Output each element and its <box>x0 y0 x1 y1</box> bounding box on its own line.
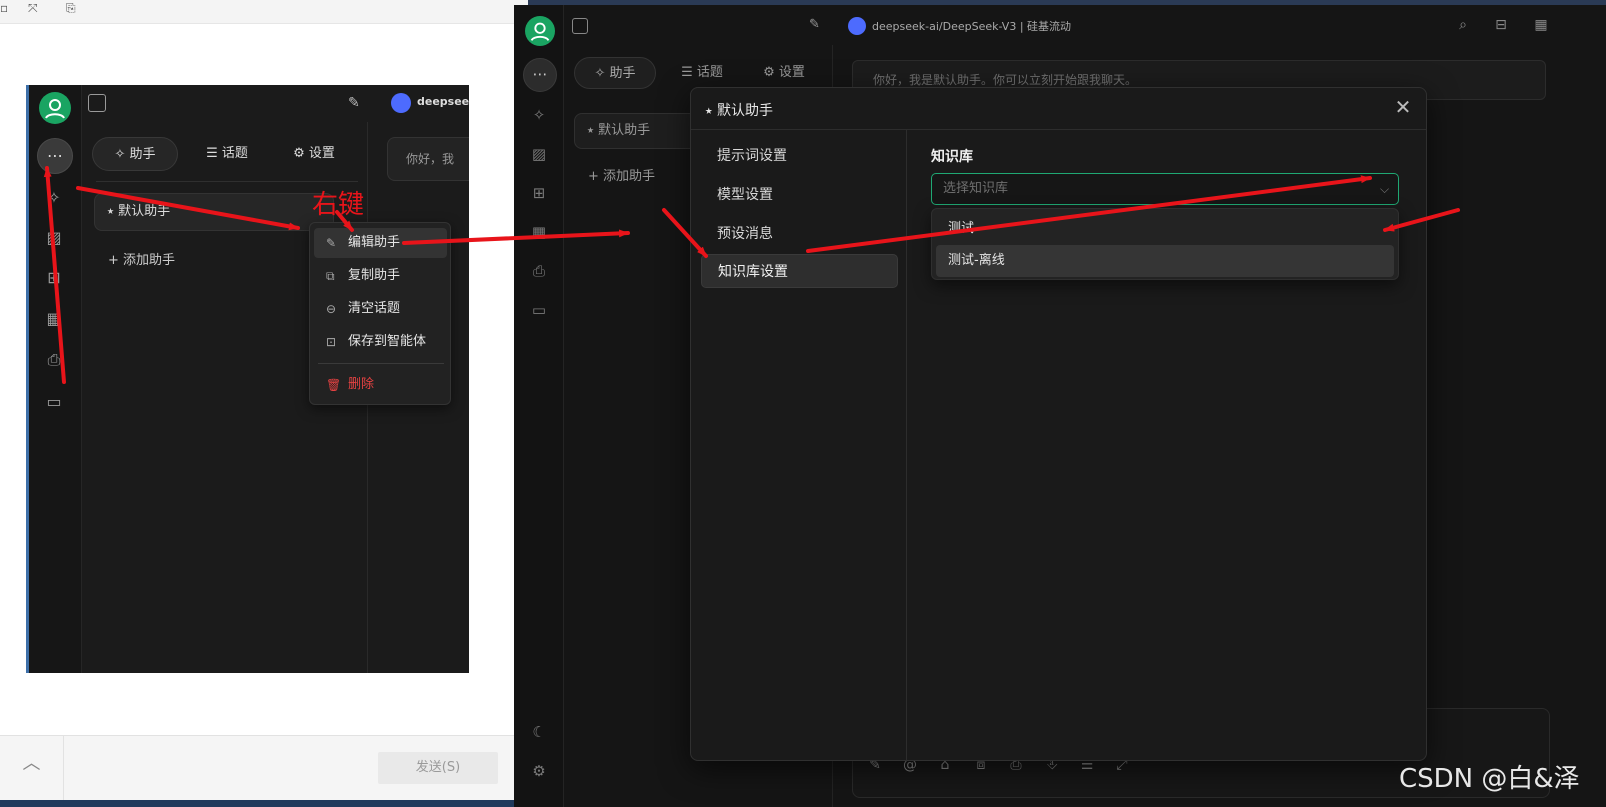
deepseek-logo-icon <box>848 17 866 35</box>
modal-header <box>691 88 1426 130</box>
desktop-wallpaper <box>0 800 528 807</box>
apps-icon[interactable]: ▦ <box>44 309 64 329</box>
knowledge-icon[interactable]: ⎙ <box>529 261 549 281</box>
modal-title: ⭑ 默认助手 <box>705 103 774 119</box>
apps-icon[interactable]: ▦ <box>529 222 549 242</box>
add-assistant-button[interactable]: + 添加助手 <box>588 165 655 184</box>
knowledge-base-dropdown: 测试 测试-离线 <box>931 208 1399 280</box>
layout-icon[interactable]: ⊟ <box>1492 16 1510 34</box>
search-icon[interactable]: ⌕ <box>1454 16 1472 34</box>
clear-icon: ⊖ <box>326 302 337 316</box>
context-menu: ✎ 编辑助手 ⧉ 复制助手 ⊖ 清空话题 ⊡ 保存到智能体 🗑 删除 <box>309 222 451 405</box>
inset-edge <box>26 85 29 673</box>
trash-icon: 🗑 <box>326 378 342 392</box>
tab-assistant[interactable]: ✧ 助手 <box>574 57 656 89</box>
image-icon[interactable]: ▨ <box>529 144 549 164</box>
add-assistant-button[interactable]: + 添加助手 <box>108 249 175 268</box>
model-title[interactable]: deepseek-ai/DeepSeek-V3 | 硅基流动 <box>872 18 1071 34</box>
save-icon: ⊡ <box>326 335 337 349</box>
option-test-offline[interactable]: 测试-离线 <box>936 245 1394 277</box>
tab-topics[interactable]: ☰ 话题 <box>669 57 735 89</box>
edit-icon: ✎ <box>326 236 337 250</box>
watermark: CSDN @白&泽 <box>1399 764 1580 794</box>
select-placeholder: 选择知识库 <box>943 181 1009 196</box>
nav-knowledge-settings[interactable]: 知识库设置 <box>701 254 898 288</box>
nav-model-settings[interactable]: 模型设置 <box>701 178 898 212</box>
sparkle-icon[interactable]: ✧ <box>44 188 64 208</box>
send-button[interactable]: 发送(S) <box>378 752 498 784</box>
copy-icon: ⧉ <box>326 269 335 283</box>
knowledge-base-select[interactable]: 选择知识库 ⌵ <box>931 173 1399 205</box>
app-topbar <box>564 5 1606 45</box>
model-name[interactable]: deepseek- <box>417 95 469 108</box>
chevron-up-icon[interactable]: ︿ <box>0 735 64 800</box>
tab-settings[interactable]: ⚙ 设置 <box>751 57 817 89</box>
panel-divider <box>96 181 358 182</box>
app-sidebar <box>514 5 564 807</box>
sparkle-icon[interactable]: ✧ <box>529 105 549 125</box>
chat-icon[interactable]: ⋯ <box>37 138 73 174</box>
menu-item-save-agent[interactable]: ⊡ 保存到智能体 <box>314 327 447 357</box>
tab-settings[interactable]: ⚙ 设置 <box>281 137 347 171</box>
edit-icon[interactable]: ✎ <box>809 17 820 32</box>
translate-icon[interactable]: ⊞ <box>529 183 549 203</box>
image-icon[interactable]: ▨ <box>44 228 64 248</box>
section-title: 知识库 <box>931 149 973 165</box>
folder-icon[interactable]: ▭ <box>529 300 549 320</box>
avatar[interactable] <box>525 16 555 46</box>
grid-icon[interactable]: ▦ <box>1532 16 1550 34</box>
moon-icon[interactable]: ☾ <box>529 722 549 742</box>
menu-item-clear-topics[interactable]: ⊖ 清空话题 <box>314 294 447 324</box>
greeting-bubble: 你好，我 <box>387 137 469 181</box>
chat-icon[interactable]: ⋯ <box>523 58 557 92</box>
avatar[interactable] <box>39 92 71 124</box>
menu-item-copy-assistant[interactable]: ⧉ 复制助手 <box>314 261 447 291</box>
menu-item-delete[interactable]: 🗑 删除 <box>314 370 447 400</box>
sidebar-toggle-icon[interactable] <box>88 94 106 112</box>
option-test[interactable]: 测试 <box>936 213 1394 245</box>
screenshot-icon[interactable]: ⤧ <box>28 2 42 14</box>
assistant-item-default[interactable]: ⭑ 默认助手 <box>94 193 334 231</box>
menu-separator <box>318 363 444 364</box>
tab-topics[interactable]: ☰ 话题 <box>194 137 260 171</box>
knowledge-icon[interactable]: ⎙ <box>44 350 64 370</box>
edit-assistant-modal: ⭑ 默认助手 ✕ 提示词设置 模型设置 预设消息 知识库设置 知识库 选择知识库… <box>690 87 1427 761</box>
save-file-icon[interactable]: ⎘ <box>66 2 80 14</box>
nav-preset-messages[interactable]: 预设消息 <box>701 217 898 251</box>
folder-icon[interactable]: ▭ <box>44 392 64 412</box>
edit-icon[interactable]: ✎ <box>348 94 366 112</box>
menu-item-edit-assistant[interactable]: ✎ 编辑助手 <box>314 228 447 258</box>
deepseek-logo-icon <box>391 93 411 113</box>
nav-prompt-settings[interactable]: 提示词设置 <box>701 139 898 173</box>
close-icon[interactable]: ✕ <box>1391 95 1415 119</box>
right-click-annotation: 右键 <box>312 190 365 220</box>
chevron-down-icon: ⌵ <box>1380 182 1390 196</box>
tab-assistant[interactable]: ✧ 助手 <box>92 137 178 171</box>
gear-icon[interactable]: ⚙ <box>529 761 549 781</box>
toolbar-icon[interactable]: ▫ <box>0 2 14 14</box>
translate-icon[interactable]: ⊞ <box>44 268 64 288</box>
sidebar-toggle-icon[interactable] <box>572 18 588 34</box>
